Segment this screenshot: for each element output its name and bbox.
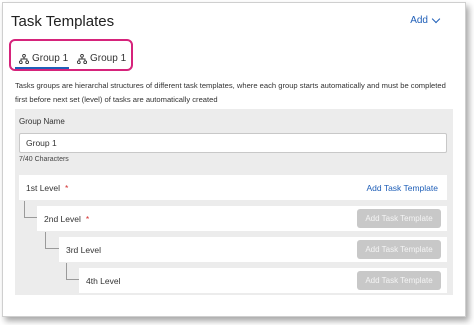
description-text: Tasks groups are hierarchal structures o… xyxy=(15,81,446,104)
hierarchy-icon xyxy=(77,53,87,64)
group-name-input[interactable] xyxy=(19,133,447,153)
required-marker: * xyxy=(85,214,90,224)
chevron-down-icon xyxy=(431,14,441,24)
add-label: Add xyxy=(410,15,428,26)
add-task-template-button[interactable]: Add Task Template xyxy=(366,183,438,193)
level-row-2: 2nd Level * Add Task Template xyxy=(37,206,447,231)
level-row-4: 4th Level Add Task Template xyxy=(79,268,447,293)
level-label: 3rd Level xyxy=(66,245,101,255)
tab-label: Group 1 xyxy=(90,53,127,64)
tree-connector xyxy=(66,263,79,280)
page-title: Task Templates xyxy=(11,13,115,30)
level-row-1: 1st Level * Add Task Template xyxy=(19,175,447,200)
task-templates-window: Task Templates Add Group 1 Group 1 Tasks… xyxy=(2,2,466,317)
add-task-template-button-disabled[interactable]: Add Task Template xyxy=(357,271,441,290)
level-label: 1st Level * xyxy=(26,183,69,193)
character-count: 7/40 Characters xyxy=(19,156,69,163)
add-task-template-button-disabled[interactable]: Add Task Template xyxy=(357,209,441,228)
level-label: 4th Level xyxy=(86,276,121,286)
active-tab-indicator xyxy=(15,67,69,69)
hierarchy-icon xyxy=(19,53,29,64)
add-dropdown-button[interactable]: Add xyxy=(410,14,441,26)
tree-connector xyxy=(24,201,37,218)
group-name-label: Group Name xyxy=(19,117,65,126)
group-panel: Group Name 7/40 Characters 1st Level* Ad… xyxy=(15,109,453,295)
tab-group-1-second[interactable]: Group 1 xyxy=(77,53,126,64)
add-task-template-button-disabled[interactable]: Add Task Template xyxy=(357,240,441,259)
required-marker: * xyxy=(65,183,69,193)
level-label: 2nd Level * xyxy=(44,214,90,224)
tree-connector xyxy=(45,232,59,249)
header: Task Templates Add xyxy=(3,3,465,41)
tab-label: Group 1 xyxy=(32,53,69,64)
level-row-3: 3rd Level Add Task Template xyxy=(59,237,447,262)
tab-group-1[interactable]: Group 1 xyxy=(19,53,68,64)
